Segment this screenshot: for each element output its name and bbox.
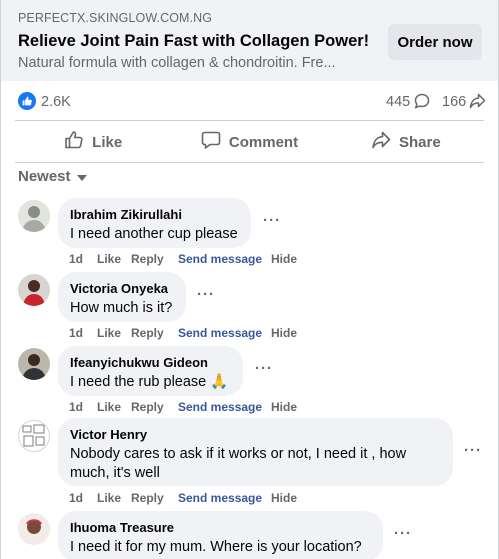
comment-text: I need another cup please [70, 226, 238, 242]
comment-count[interactable]: 445 [386, 94, 410, 110]
comment-actions: 1d Like Reply Send message Hide [69, 252, 297, 266]
comment-sort-dropdown[interactable]: Newest [18, 168, 87, 185]
comment-button-label: Comment [228, 133, 299, 151]
like-reaction-icon[interactable] [18, 92, 36, 110]
comment-reply-link[interactable]: Reply [131, 491, 178, 505]
commenter-name[interactable]: Ibrahim Zikirullahi [70, 206, 239, 223]
post-actions: Like Comment Share [15, 122, 484, 162]
comment-bubble: Victoria Onyeka How much is it? [58, 272, 186, 322]
like-button-label: Like [92, 133, 123, 151]
comment-like-link[interactable]: Like [97, 326, 131, 340]
hide-comment-link[interactable]: Hide [271, 400, 297, 414]
send-message-link[interactable]: Send message [178, 400, 271, 414]
commenter-name[interactable]: Ifeanyichukwu Gideon [70, 354, 231, 371]
share-count[interactable]: 166 [442, 94, 466, 110]
share-button-label: Share [398, 133, 441, 151]
commenter-name[interactable]: Ihuoma Treasure [70, 519, 371, 536]
comment-text: I need the rub please 🙏 [70, 374, 229, 390]
comment-time[interactable]: 1d [69, 252, 97, 266]
comment-like-link[interactable]: Like [97, 400, 131, 414]
avatar[interactable] [18, 200, 50, 232]
comment-icon [201, 130, 221, 154]
comment-time[interactable]: 1d [69, 400, 97, 414]
reaction-count[interactable]: 2.6K [41, 94, 71, 110]
send-message-link[interactable]: Send message [178, 326, 271, 340]
comment-actions: 1d Like Reply Send message Hide [69, 491, 297, 505]
comment-text: How much is it? [70, 300, 173, 316]
comment-time[interactable]: 1d [69, 491, 97, 505]
share-button[interactable]: Share [328, 122, 484, 162]
divider-bottom [15, 162, 484, 163]
ad-link-preview[interactable]: PERFECTX.SKINGLOW.COM.NG Relieve Joint P… [1, 0, 498, 81]
comment-reply-link[interactable]: Reply [131, 400, 178, 414]
order-now-button[interactable]: Order now [388, 24, 482, 60]
comment-actions: 1d Like Reply Send message Hide [69, 400, 297, 414]
divider-top [15, 120, 484, 121]
comment-reply-link[interactable]: Reply [131, 326, 178, 340]
comment-like-link[interactable]: Like [97, 491, 131, 505]
sort-label: Newest [18, 168, 71, 185]
comment-bubble: Victor Henry Nobody cares to ask if it w… [58, 418, 453, 486]
thumbs-up-icon [64, 130, 84, 154]
more-options-icon[interactable]: ··· [197, 286, 215, 303]
avatar[interactable] [18, 274, 50, 306]
send-message-link[interactable]: Send message [178, 252, 271, 266]
more-options-icon[interactable]: ··· [263, 212, 281, 229]
post-comments-panel: PERFECTX.SKINGLOW.COM.NG Relieve Joint P… [0, 0, 499, 559]
more-options-icon[interactable]: ··· [394, 525, 412, 542]
hide-comment-link[interactable]: Hide [271, 252, 297, 266]
comment-like-link[interactable]: Like [97, 252, 131, 266]
share-icon [371, 130, 391, 154]
comment-text: I need it for my mum. Where is your loca… [70, 539, 362, 555]
avatar[interactable] [18, 513, 50, 545]
comment-actions: 1d Like Reply Send message Hide [69, 326, 297, 340]
ad-domain: PERFECTX.SKINGLOW.COM.NG [18, 11, 213, 25]
ad-title[interactable]: Relieve Joint Pain Fast with Collagen Po… [18, 32, 369, 51]
comment-bubble: Ibrahim Zikirullahi I need another cup p… [58, 198, 251, 248]
ad-description: Natural formula with collagen & chondroi… [18, 55, 336, 71]
send-message-link[interactable]: Send message [178, 491, 271, 505]
comment-text: Nobody cares to ask if it works or not, … [70, 446, 407, 481]
more-options-icon[interactable]: ··· [464, 442, 482, 459]
hide-comment-link[interactable]: Hide [271, 491, 297, 505]
comment-bubble: Ifeanyichukwu Gideon I need the rub plea… [58, 346, 243, 396]
hide-comment-link[interactable]: Hide [271, 326, 297, 340]
more-options-icon[interactable]: ··· [255, 360, 273, 377]
comment-time[interactable]: 1d [69, 326, 97, 340]
share-arrow-icon [469, 93, 486, 114]
comment-bubble: Ihuoma Treasure I need it for my mum. Wh… [58, 511, 383, 559]
comment-bubble-icon [414, 93, 430, 114]
comment-reply-link[interactable]: Reply [131, 252, 178, 266]
avatar[interactable] [18, 348, 50, 380]
engagement-stats: 2.6K 445 166 [1, 86, 498, 118]
avatar[interactable] [18, 420, 50, 452]
caret-down-icon [76, 174, 87, 181]
like-button[interactable]: Like [15, 122, 171, 162]
commenter-name[interactable]: Victoria Onyeka [70, 280, 174, 297]
comment-button[interactable]: Comment [171, 122, 327, 162]
commenter-name[interactable]: Victor Henry [70, 426, 441, 443]
